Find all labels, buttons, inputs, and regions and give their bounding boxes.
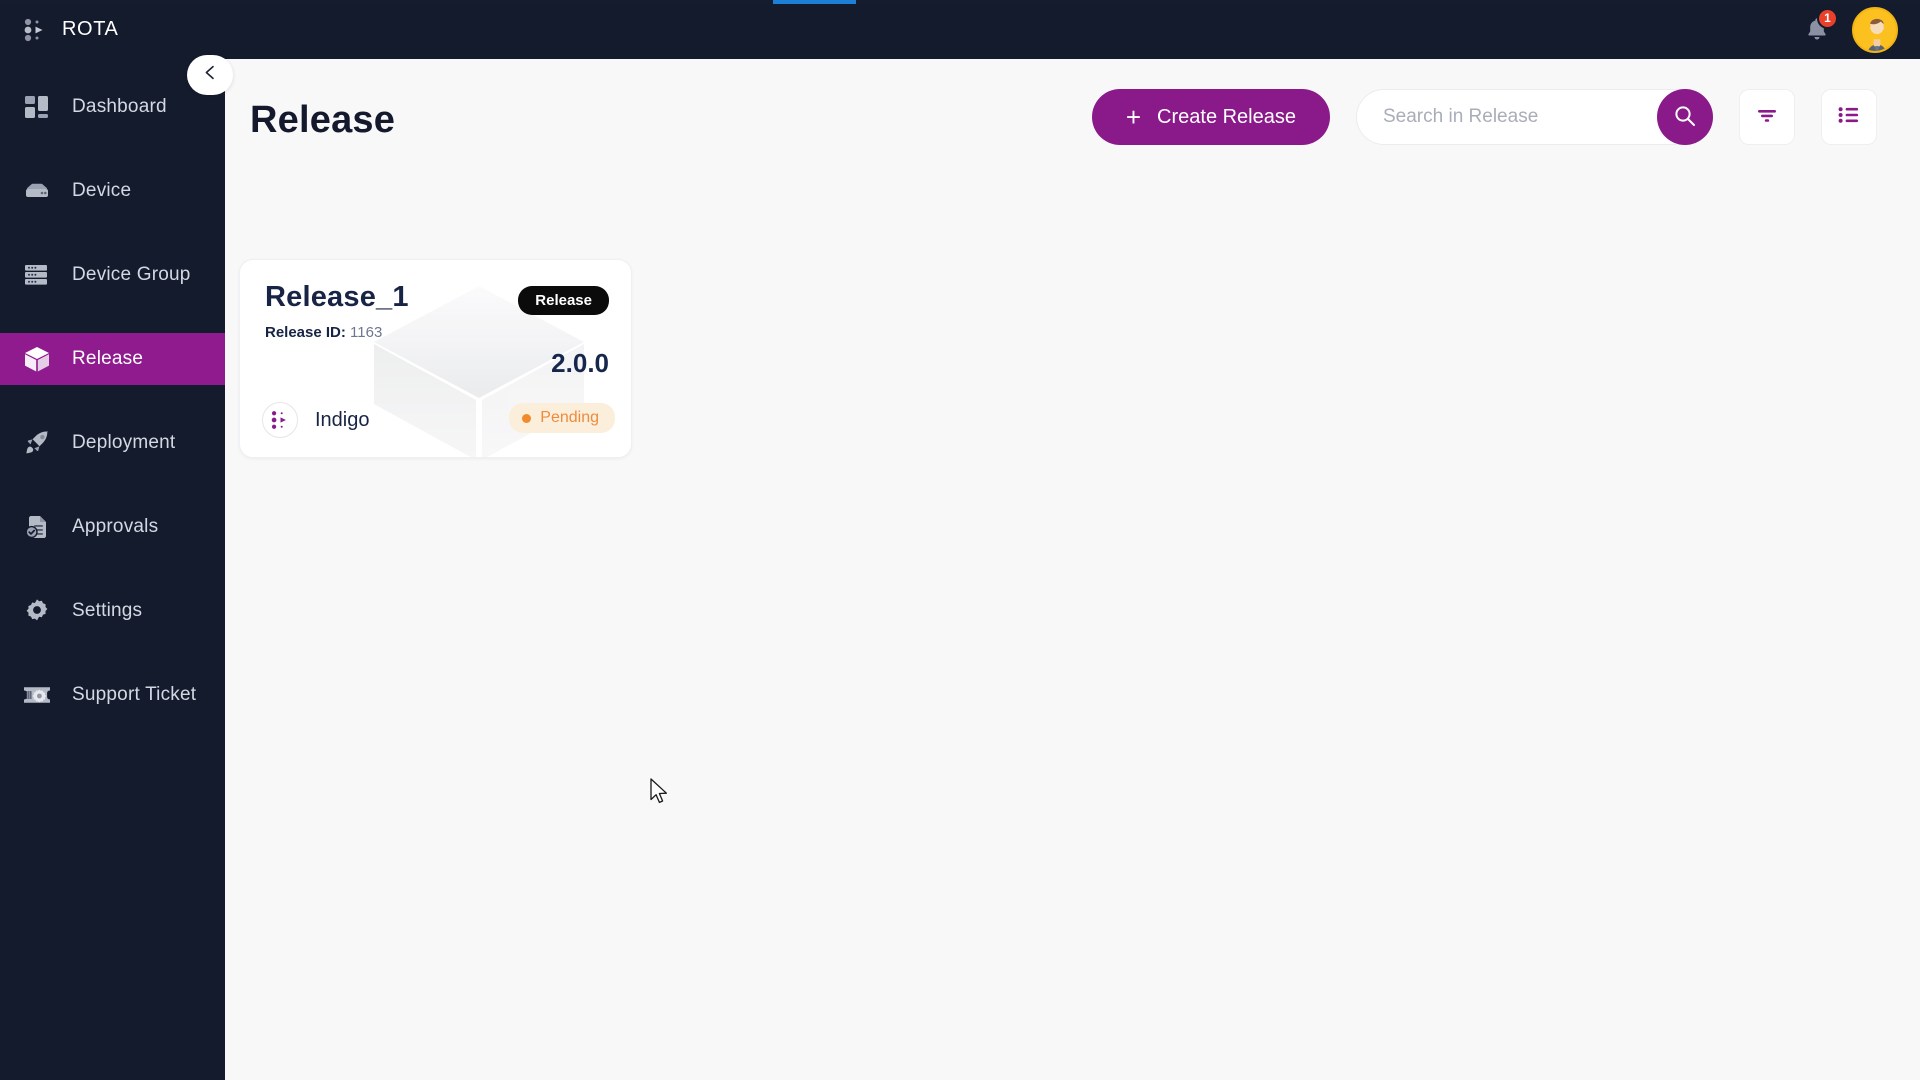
top-bar: ROTA 1	[0, 0, 1920, 59]
device-group-icon	[22, 260, 52, 290]
status-badge: Pending	[509, 403, 615, 433]
owner-avatar-icon	[262, 402, 298, 438]
approvals-icon	[22, 512, 52, 542]
rocket-icon	[22, 428, 52, 458]
brand-name: ROTA	[62, 18, 119, 40]
sidebar-item-label: Approvals	[72, 516, 159, 537]
page-loading-bar	[0, 0, 1920, 4]
search-box	[1356, 89, 1713, 145]
sidebar-item-label: Deployment	[72, 432, 176, 453]
sidebar-item-support-ticket[interactable]: Support Ticket	[0, 669, 225, 721]
sidebar-item-dashboard[interactable]: Dashboard	[0, 81, 225, 133]
avatar[interactable]	[1852, 6, 1898, 53]
release-id-value: 1163	[350, 324, 383, 341]
release-id: Release ID: 1163	[265, 324, 382, 341]
notifications-button[interactable]: 1	[1804, 7, 1838, 47]
list-view-icon	[1836, 102, 1862, 133]
search-icon	[1672, 103, 1698, 132]
page-title: Release	[250, 99, 396, 141]
notification-count-badge: 1	[1817, 7, 1838, 29]
topbar-right-group: 1	[1804, 0, 1898, 59]
owner-name: Indigo	[315, 408, 370, 431]
release-type-badge: Release	[518, 286, 609, 315]
chevron-left-icon	[202, 64, 219, 86]
status-dot-icon	[522, 413, 532, 423]
sidebar-item-label: Settings	[72, 600, 143, 621]
sidebar-item-label: Support Ticket	[72, 684, 197, 705]
search-button[interactable]	[1657, 89, 1713, 145]
status-label: Pending	[540, 409, 599, 426]
create-release-button[interactable]: + Create Release	[1091, 89, 1330, 145]
sidebar-item-label: Dashboard	[72, 96, 167, 117]
create-release-label: Create Release	[1157, 105, 1296, 128]
filter-icon	[1754, 102, 1780, 133]
box-icon	[22, 344, 52, 374]
sidebar-item-label: Device	[72, 180, 132, 201]
plus-icon: +	[1125, 102, 1142, 132]
sidebar-item-approvals[interactable]: Approvals	[0, 501, 225, 553]
filter-button[interactable]	[1739, 89, 1795, 145]
ticket-gear-icon	[22, 680, 52, 710]
bell-icon	[1804, 17, 1830, 47]
sidebar-item-label: Device Group	[72, 264, 191, 285]
dashboard-icon	[22, 92, 52, 122]
release-name: Release_1	[265, 281, 409, 313]
release-card[interactable]: Release_1 Release ID: 1163 Release 2.0.0	[239, 259, 632, 458]
release-owner: Indigo	[262, 402, 370, 438]
brand[interactable]: ROTA	[22, 0, 118, 59]
release-id-label: Release ID:	[265, 324, 346, 341]
sidebar-item-deployment[interactable]: Deployment	[0, 417, 225, 469]
sidebar-item-label: Release	[72, 348, 144, 369]
sidebar: Dashboard Device Device Group Release De…	[0, 59, 225, 1080]
release-version: 2.0.0	[551, 348, 609, 378]
rota-dots-logo-icon	[22, 17, 48, 43]
loading-bar-segment	[773, 0, 856, 4]
sidebar-item-release[interactable]: Release	[0, 333, 225, 385]
main-content: Release + Create Release Search in Relea…	[225, 59, 1920, 1080]
sidebar-item-device-group[interactable]: Device Group	[0, 249, 225, 301]
sidebar-item-device[interactable]: Device	[0, 165, 225, 217]
list-view-button[interactable]	[1821, 89, 1877, 145]
sidebar-item-settings[interactable]: Settings	[0, 585, 225, 637]
toolbar: + Create Release	[1091, 89, 1877, 145]
sidebar-collapse-button[interactable]	[187, 55, 233, 95]
release-card-grid: Release_1 Release ID: 1163 Release 2.0.0	[239, 259, 632, 458]
gear-icon	[22, 596, 52, 626]
device-icon	[22, 176, 52, 206]
